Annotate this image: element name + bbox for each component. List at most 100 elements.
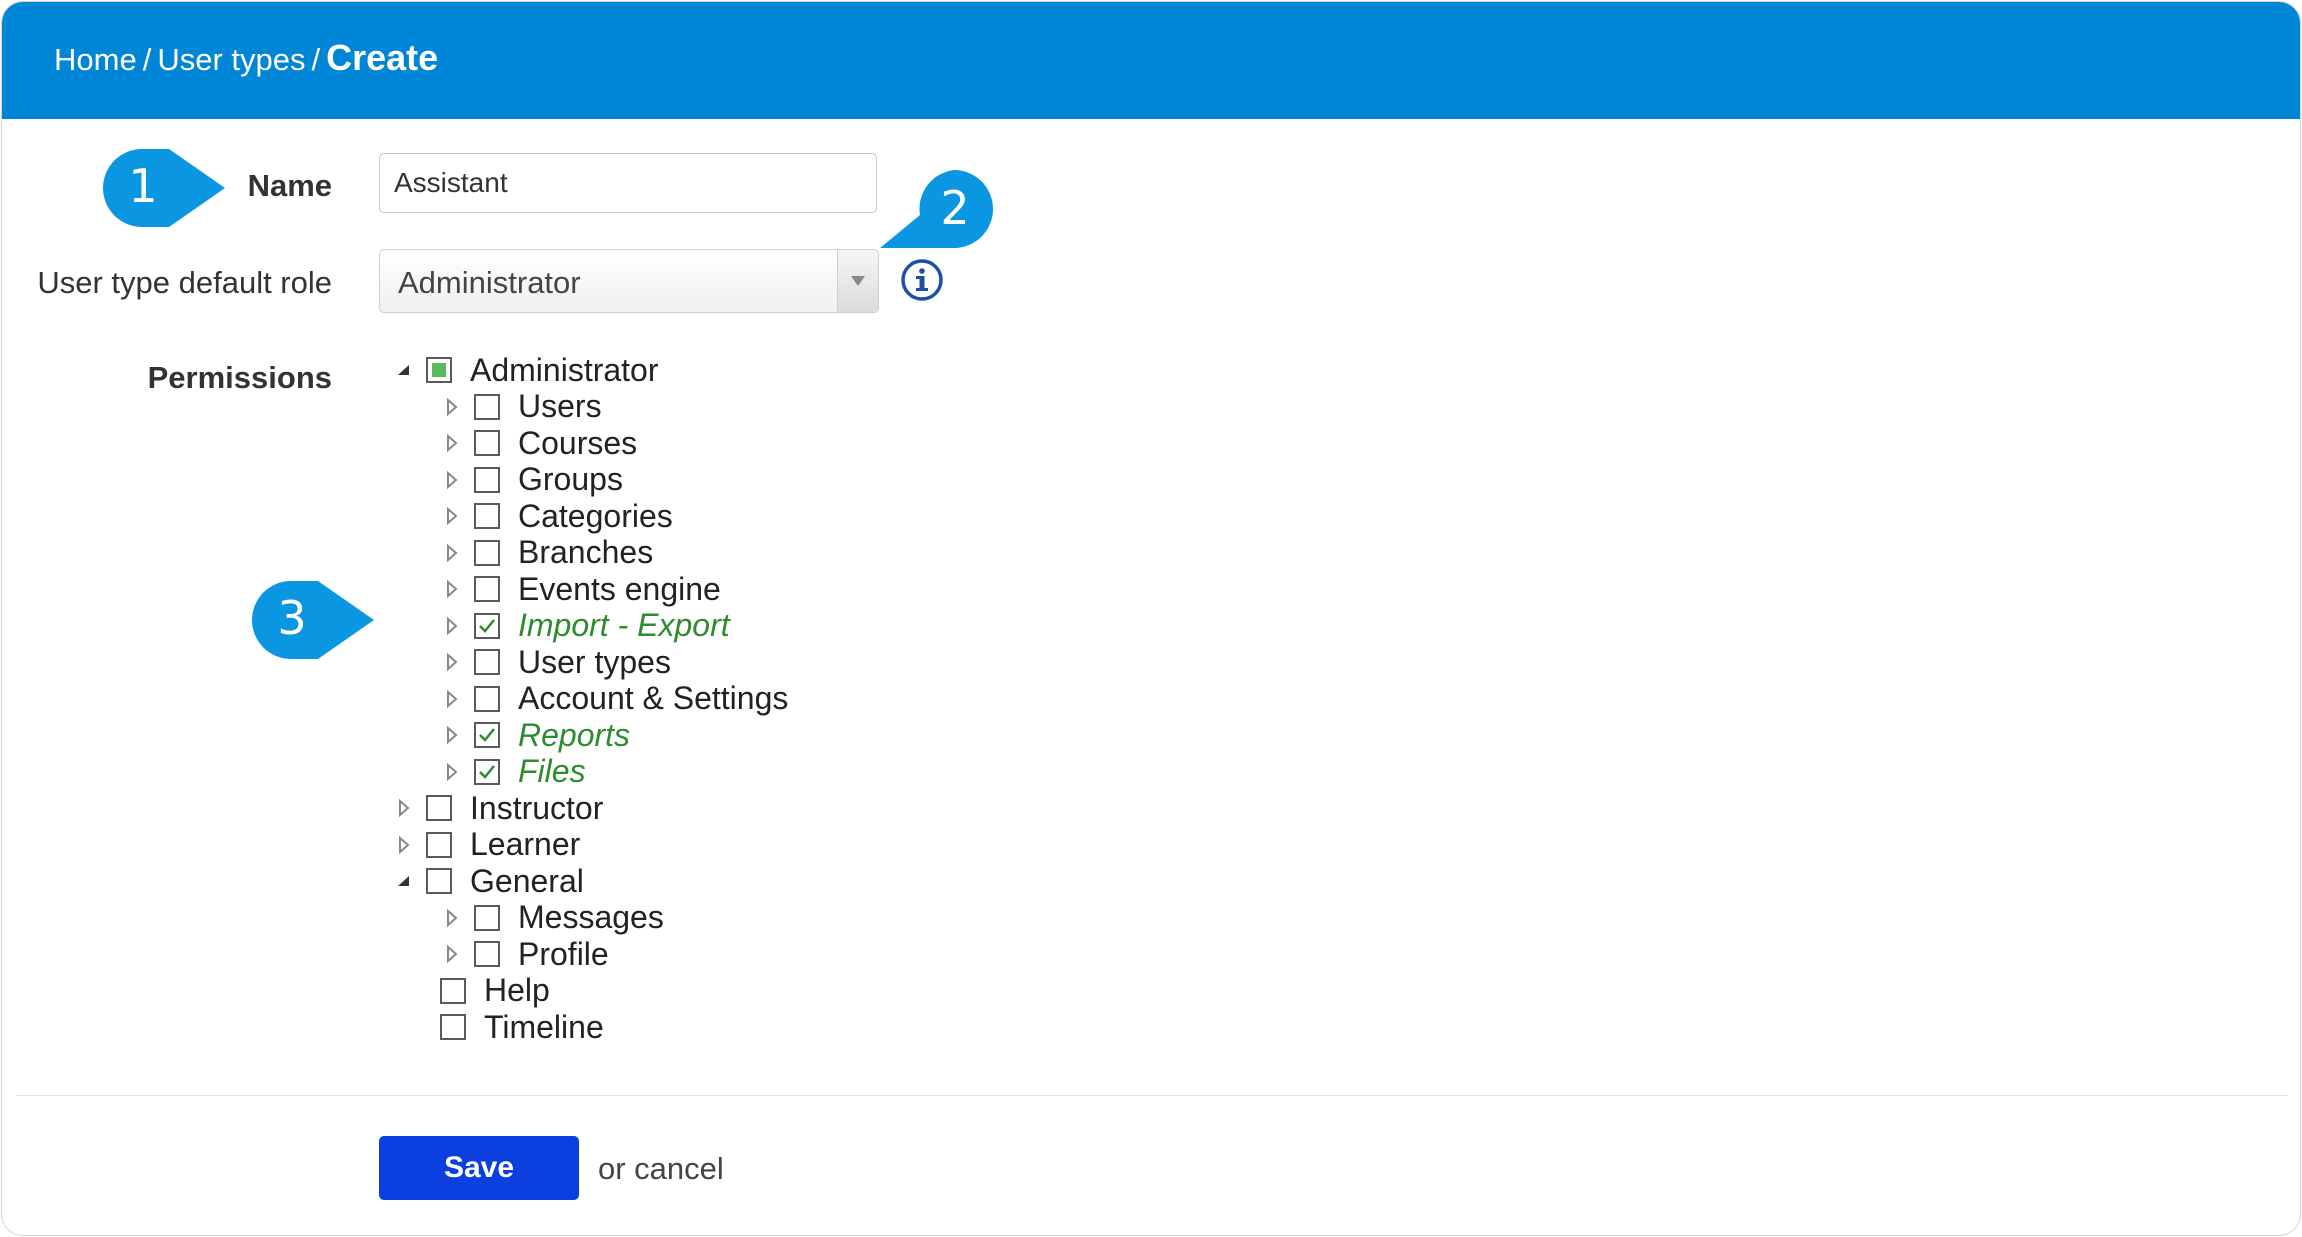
permission-node-events-engine: Events engine	[440, 571, 721, 607]
permission-label: Users	[518, 388, 602, 424]
tree-expand-icon[interactable]	[440, 504, 464, 528]
permission-checkbox[interactable]	[440, 977, 466, 1004]
permission-label: Learner	[470, 826, 581, 862]
permission-label: Help	[484, 972, 550, 1008]
info-icon[interactable]	[900, 258, 944, 302]
permission-node-courses: Courses	[440, 425, 637, 461]
permission-label: Administrator	[470, 351, 659, 388]
tree-expand-icon[interactable]	[440, 723, 464, 747]
permission-checkbox[interactable]	[474, 904, 500, 931]
permission-checkbox[interactable]	[426, 357, 452, 383]
select-arrow-button[interactable]	[837, 250, 878, 312]
permission-label: Timeline	[484, 1008, 604, 1045]
tree-collapse-icon[interactable]	[392, 358, 416, 382]
tree-expand-icon[interactable]	[392, 796, 416, 820]
permission-node-branches: Branches	[440, 534, 654, 571]
tree-expand-icon[interactable]	[440, 687, 464, 711]
permission-node-groups: Groups	[440, 461, 623, 498]
tree-expand-icon[interactable]	[440, 431, 464, 455]
permission-node-help: Help	[440, 972, 550, 1009]
permission-checkbox[interactable]	[426, 831, 452, 858]
tree-collapse-icon[interactable]	[392, 869, 416, 893]
permission-checkbox[interactable]	[474, 649, 500, 675]
permission-checkbox[interactable]	[426, 795, 452, 821]
breadcrumb-separator: /	[142, 42, 152, 77]
callout-number: 1	[128, 159, 158, 213]
tree-expand-icon[interactable]	[440, 468, 464, 492]
breadcrumb-home-link[interactable]: Home	[54, 42, 137, 77]
permission-checkbox[interactable]	[474, 503, 500, 529]
permission-node-import-export: Import - Export	[440, 607, 730, 644]
callout-marker-2: 2	[880, 170, 995, 250]
permission-checkbox[interactable]	[474, 612, 500, 639]
permission-node-messages: Messages	[440, 899, 664, 936]
permission-label: Courses	[518, 424, 638, 461]
permission-node-general: General	[392, 863, 584, 899]
form-divider	[16, 1095, 2288, 1096]
permission-label: User types	[518, 643, 671, 680]
permission-node-categories: Categories	[440, 498, 673, 534]
permissions-label: Permissions	[147, 360, 332, 395]
permission-node-timeline: Timeline	[440, 1009, 604, 1045]
callout-number: 2	[940, 181, 970, 235]
permission-node-administrator: Administrator	[392, 352, 659, 388]
permission-checkbox[interactable]	[474, 722, 500, 748]
breadcrumb-current: Create	[326, 37, 439, 78]
permission-node-files: Files	[440, 753, 586, 790]
tree-expand-icon[interactable]	[440, 760, 464, 784]
permission-label: Groups	[518, 461, 623, 497]
save-button[interactable]: Save	[379, 1136, 579, 1200]
permission-node-profile: Profile	[440, 936, 609, 972]
permission-checkbox[interactable]	[474, 466, 500, 493]
permission-label: Instructor	[470, 789, 604, 826]
tree-expand-icon[interactable]	[392, 833, 416, 857]
chevron-down-icon	[851, 276, 865, 286]
permission-label: Import - Export	[518, 607, 730, 643]
permission-checkbox[interactable]	[474, 576, 500, 602]
permission-label: Files	[518, 753, 586, 789]
permission-label: Categories	[518, 497, 673, 534]
permission-label: Events engine	[518, 570, 721, 607]
default-role-select[interactable]: Administrator	[379, 249, 879, 313]
breadcrumb: Home / User types / Create	[54, 37, 438, 79]
breadcrumb-user-types-link[interactable]: User types	[157, 42, 305, 77]
default-role-value: Administrator	[398, 265, 581, 300]
permission-checkbox[interactable]	[474, 941, 500, 967]
permission-label: Reports	[518, 716, 631, 753]
permission-node-learner: Learner	[392, 826, 581, 863]
permission-checkbox[interactable]	[474, 758, 500, 785]
tree-expand-icon[interactable]	[440, 541, 464, 565]
breadcrumb-separator: /	[311, 42, 321, 77]
permission-node-account-settings: Account & Settings	[440, 680, 789, 717]
permission-label: Branches	[518, 534, 654, 570]
tree-expand-icon[interactable]	[440, 906, 464, 930]
permission-checkbox[interactable]	[474, 539, 500, 566]
page-header: Home / User types / Create	[2, 2, 2300, 119]
permission-checkbox[interactable]	[426, 868, 452, 894]
tree-expand-icon[interactable]	[440, 942, 464, 966]
tree-expand-icon[interactable]	[440, 614, 464, 638]
permission-checkbox[interactable]	[474, 430, 500, 456]
name-label: Name	[247, 168, 332, 203]
tree-expand-icon[interactable]	[440, 395, 464, 419]
permission-label: Account & Settings	[518, 680, 789, 716]
name-input[interactable]	[379, 153, 877, 213]
tree-expand-icon[interactable]	[440, 577, 464, 601]
tree-expand-icon[interactable]	[440, 650, 464, 674]
callout-marker-1: 1	[103, 149, 228, 227]
user-type-create-page: Home / User types / Create Name User type de…	[1, 1, 2301, 1236]
permission-node-user-types: User types	[440, 644, 671, 680]
permission-node-users: Users	[440, 388, 602, 425]
permission-checkbox[interactable]	[474, 685, 500, 712]
permission-checkbox[interactable]	[474, 393, 500, 420]
permission-label: General	[470, 862, 584, 899]
permission-label: Profile	[518, 935, 609, 972]
callout-marker-3: 3	[252, 581, 377, 659]
permission-checkbox[interactable]	[440, 1014, 466, 1040]
callout-number: 3	[277, 591, 307, 645]
cancel-link[interactable]: or cancel	[598, 1151, 724, 1187]
permission-node-reports: Reports	[440, 717, 630, 753]
permission-node-instructor: Instructor	[392, 790, 603, 826]
default-role-label: User type default role	[37, 265, 332, 300]
permission-label: Messages	[518, 899, 664, 935]
